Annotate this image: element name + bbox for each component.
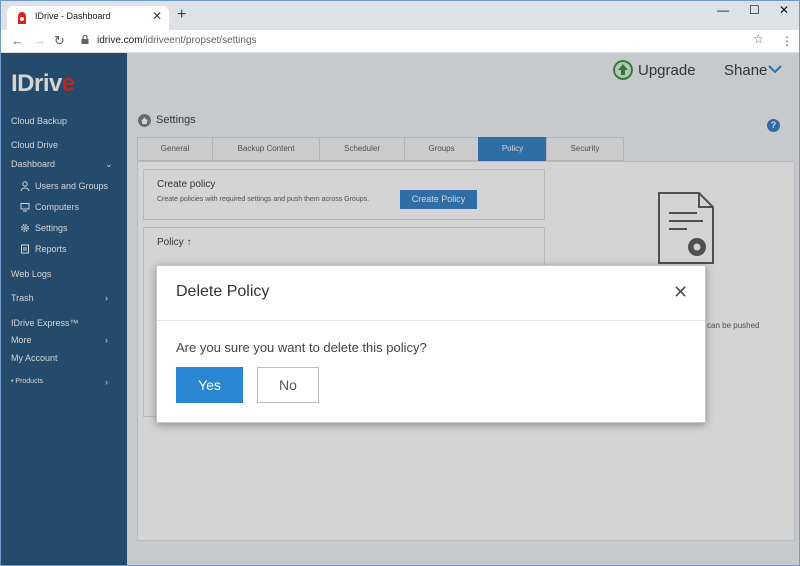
delete-policy-dialog: Delete Policy ✕ Are you sure you want to… — [156, 265, 706, 423]
no-button[interactable]: No — [257, 367, 319, 403]
new-tab-icon[interactable]: + — [177, 6, 186, 24]
forward-icon[interactable]: → — [33, 33, 46, 48]
maximize-icon[interactable]: ☐ — [749, 3, 760, 17]
tab-strip: IDrive - Dashboard ✕ + — ☐ ✕ — [1, 1, 799, 30]
close-icon[interactable]: ✕ — [673, 282, 688, 303]
browser-menu-icon[interactable]: ⋮ — [781, 34, 793, 48]
dialog-divider — [157, 320, 705, 321]
yes-button[interactable]: Yes — [176, 367, 243, 403]
browser-toolbar: ← → ↻ idrive.com/idriveent/propset/setti… — [1, 30, 799, 53]
tab-close-icon[interactable]: ✕ — [152, 9, 162, 23]
minimize-icon[interactable]: — — [717, 3, 729, 17]
browser-tab[interactable]: IDrive - Dashboard ✕ — [7, 6, 169, 30]
address-bar[interactable]: idrive.com/idriveent/propset/settings ☆ — [75, 32, 775, 51]
bookmark-star-icon[interactable]: ☆ — [753, 32, 764, 46]
browser-window: IDrive - Dashboard ✕ + — ☐ ✕ ← → ↻ idriv… — [0, 0, 800, 566]
reload-icon[interactable]: ↻ — [54, 33, 65, 49]
back-icon[interactable]: ← — [11, 33, 24, 48]
dialog-title: Delete Policy — [176, 283, 270, 300]
lock-icon — [81, 35, 89, 44]
url-text: idrive.com/idriveent/propset/settings — [97, 35, 257, 46]
close-window-icon[interactable]: ✕ — [779, 3, 789, 17]
tab-title: IDrive - Dashboard — [35, 11, 111, 21]
idrive-favicon-icon — [18, 12, 26, 24]
dialog-message: Are you sure you want to delete this pol… — [176, 340, 427, 355]
